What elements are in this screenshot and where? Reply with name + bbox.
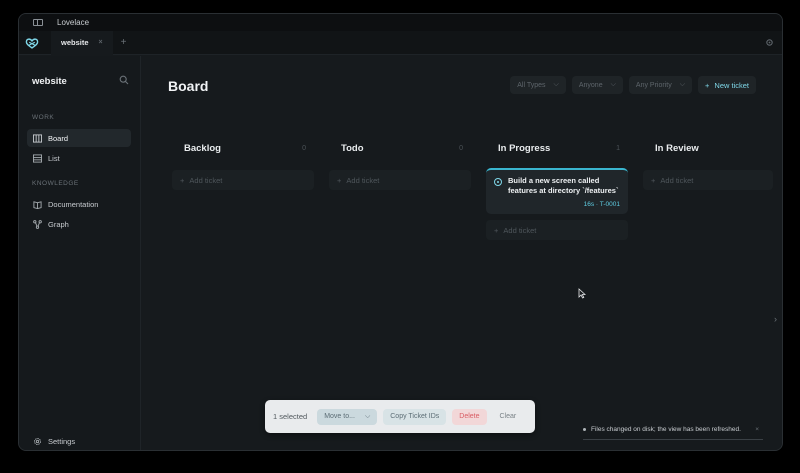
sidebar-item-documentation[interactable]: Documentation xyxy=(27,195,131,213)
filter-label: Anyone xyxy=(578,81,603,89)
add-ticket-button[interactable]: + Add ticket xyxy=(643,170,773,190)
selection-action-bar: 1 selected Move to... ⌵ Copy Ticket IDs … xyxy=(265,400,535,433)
sidebar-item-label: List xyxy=(48,153,60,163)
toast-notification: Files changed on disk; the view has been… xyxy=(583,420,763,440)
new-ticket-label: New ticket xyxy=(714,80,749,90)
ticket-card[interactable]: Build a new screen called features at di… xyxy=(486,168,628,214)
sidebar-item-board[interactable]: Board xyxy=(27,129,131,147)
move-to-label: Move to... xyxy=(324,413,355,420)
column-title: In Progress xyxy=(498,142,551,154)
close-icon[interactable]: × xyxy=(755,426,759,433)
sidebar-item-label: Graph xyxy=(48,219,69,229)
scroll-right-icon[interactable]: › xyxy=(774,314,777,324)
window-title: Lovelace xyxy=(57,18,90,27)
column-todo: Todo 0 + Add ticket xyxy=(329,136,471,190)
plus-icon: + xyxy=(651,175,656,185)
add-ticket-button[interactable]: + Add ticket xyxy=(486,220,628,240)
board-icon xyxy=(33,133,42,143)
column-in-review: In Review + Add ticket xyxy=(643,136,773,190)
plus-icon: + xyxy=(705,80,710,90)
chevron-down-icon: ⌵ xyxy=(553,81,559,88)
delete-label: Delete xyxy=(459,413,480,420)
status-in-progress-icon[interactable] xyxy=(494,178,502,186)
filter-label: Any Priority xyxy=(635,81,672,89)
ticket-meta: 16s · T-0001 xyxy=(583,201,620,208)
app-window: Lovelace website × + website WORK Board … xyxy=(18,13,783,451)
column-title: In Review xyxy=(655,142,699,154)
copy-label: Copy Ticket IDs xyxy=(390,413,440,420)
column-header: In Progress 1 xyxy=(486,136,628,160)
add-ticket-button[interactable]: + Add ticket xyxy=(172,170,314,190)
sidebar-item-graph[interactable]: Graph xyxy=(27,215,131,233)
column-title: Backlog xyxy=(184,142,221,154)
gear-icon[interactable] xyxy=(765,38,774,47)
column-header: In Review xyxy=(643,136,773,160)
filter-priority-dropdown[interactable]: Any Priority ⌵ xyxy=(628,76,693,94)
sidebar-item-settings[interactable]: Settings xyxy=(27,432,131,450)
tab-bar: website × + xyxy=(19,30,782,55)
filter-assignee-dropdown[interactable]: Anyone ⌵ xyxy=(571,76,623,94)
chevron-down-icon: ⌵ xyxy=(364,412,371,420)
filter-label: All Types xyxy=(517,81,546,89)
sidebar-item-label: Documentation xyxy=(48,199,99,209)
ticket-title: Build a new screen called features at di… xyxy=(508,176,619,195)
add-ticket-label: Add ticket xyxy=(503,225,537,235)
page-title: Board xyxy=(168,78,209,94)
new-ticket-button[interactable]: + New ticket xyxy=(698,76,756,94)
copy-ticket-ids-button[interactable]: Copy Ticket IDs xyxy=(383,408,447,425)
sidebar-toggle-icon[interactable] xyxy=(33,19,43,26)
toast-message: Files changed on disk; the view has been… xyxy=(591,426,741,433)
filter-bar: All Types ⌵ Anyone ⌵ Any Priority ⌵ + Ne… xyxy=(510,76,756,94)
column-backlog: Backlog 0 + Add ticket xyxy=(172,136,314,190)
plus-icon: + xyxy=(494,225,499,235)
title-bar: Lovelace xyxy=(19,14,782,31)
main-content: Board All Types ⌵ Anyone ⌵ Any Priority … xyxy=(142,56,782,450)
section-label-work: WORK xyxy=(32,114,55,121)
sidebar-item-label: Settings xyxy=(48,436,76,446)
plus-icon: + xyxy=(337,175,342,185)
chevron-down-icon: ⌵ xyxy=(679,81,686,88)
mouse-cursor-icon xyxy=(578,288,586,299)
selected-count: 1 selected xyxy=(273,412,308,421)
column-in-progress: In Progress 1 Build a new screen called … xyxy=(486,136,628,240)
add-ticket-button[interactable]: + Add ticket xyxy=(329,170,471,190)
app-logo-icon xyxy=(25,37,39,49)
tab-close-icon[interactable]: × xyxy=(99,39,103,46)
tab-website[interactable]: website × xyxy=(51,30,113,55)
list-icon xyxy=(33,153,42,163)
search-icon[interactable] xyxy=(119,75,129,85)
column-header: Backlog 0 xyxy=(172,136,314,160)
section-label-knowledge: KNOWLEDGE xyxy=(32,180,79,187)
sidebar-item-label: Board xyxy=(48,133,69,143)
sidebar-item-list[interactable]: List xyxy=(27,149,131,167)
add-ticket-label: Add ticket xyxy=(660,175,694,185)
clear-button[interactable]: Clear xyxy=(493,409,524,425)
move-to-dropdown[interactable]: Move to... ⌵ xyxy=(317,408,378,425)
chevron-down-icon: ⌵ xyxy=(610,81,616,88)
graph-icon xyxy=(33,219,42,229)
delete-button[interactable]: Delete xyxy=(452,408,487,425)
plus-icon: + xyxy=(180,175,185,185)
sidebar: website WORK Board List KNOWLEDGE Docume… xyxy=(19,56,141,450)
add-ticket-label: Add ticket xyxy=(346,175,380,185)
clear-label: Clear xyxy=(499,413,517,420)
add-tab-button[interactable]: + xyxy=(121,37,127,48)
column-header: Todo 0 xyxy=(329,136,471,160)
add-ticket-label: Add ticket xyxy=(189,175,223,185)
column-title: Todo xyxy=(341,142,364,154)
filter-types-dropdown[interactable]: All Types ⌵ xyxy=(510,76,566,94)
book-icon xyxy=(33,200,42,209)
settings-gear-icon xyxy=(34,437,41,445)
workspace-name: website xyxy=(32,76,67,87)
column-count: 0 xyxy=(302,144,306,152)
column-count: 1 xyxy=(616,144,620,152)
info-dot-icon xyxy=(583,428,586,431)
tab-label: website xyxy=(61,38,89,47)
column-count: 0 xyxy=(459,144,463,152)
